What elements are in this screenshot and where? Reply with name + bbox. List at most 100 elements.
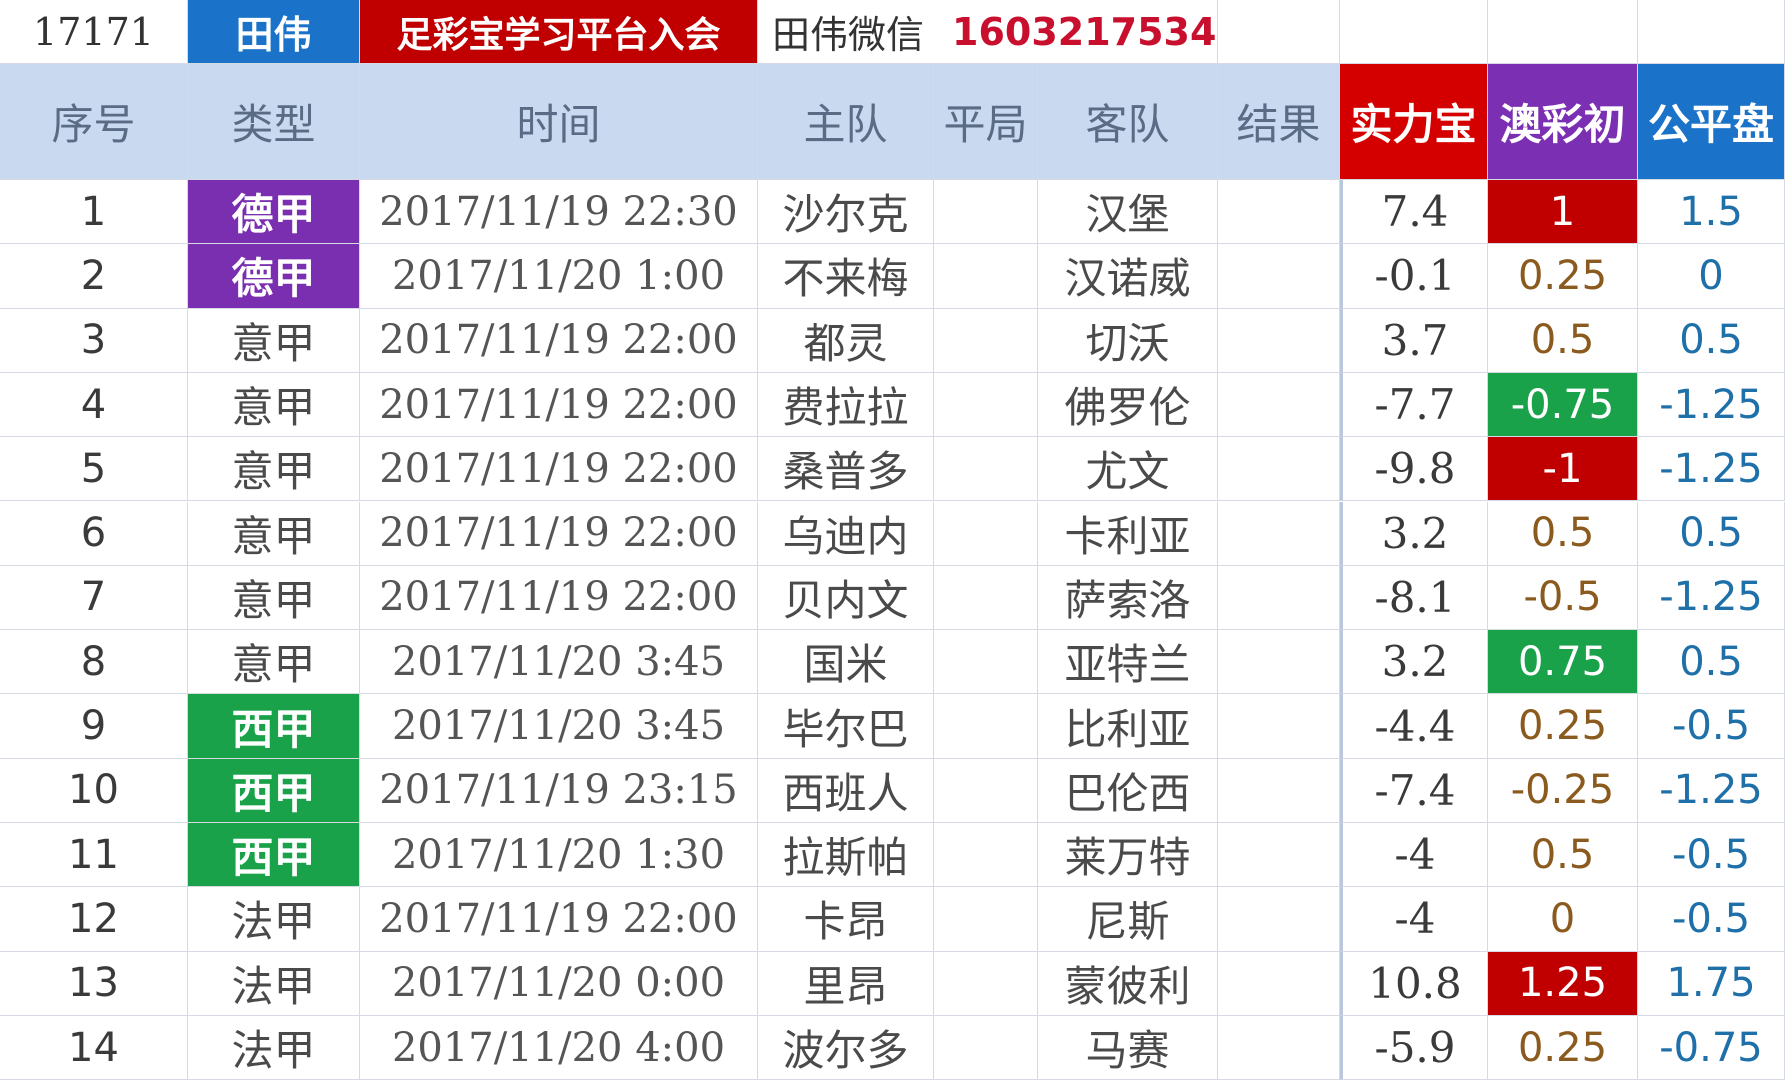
cell-index: 8 <box>0 630 188 695</box>
cell-index: 7 <box>0 565 188 631</box>
cell-strength: 10.8 <box>1340 951 1488 1016</box>
cell-away: 巴伦西 <box>1038 758 1218 823</box>
cell-league: 意甲 <box>188 308 360 373</box>
wechat-label: 田伟微信 <box>758 0 938 64</box>
cell-away: 卡利亚 <box>1038 501 1218 566</box>
cell-index: 13 <box>0 951 188 1016</box>
cell-aucai: -1 <box>1488 437 1638 502</box>
cell-fair: -0.75 <box>1638 1015 1785 1080</box>
cell-strength: -9.8 <box>1340 437 1488 502</box>
cell-index: 5 <box>0 437 188 502</box>
cell-aucai: 0.75 <box>1488 630 1638 695</box>
cell-draw <box>934 244 1038 309</box>
cell-result <box>1218 244 1340 309</box>
cell-league: 德甲 <box>188 244 360 309</box>
cell-home: 不来梅 <box>758 244 934 309</box>
cell-away: 蒙彼利 <box>1038 951 1218 1016</box>
cell-draw <box>934 630 1038 695</box>
cell-index: 11 <box>0 823 188 888</box>
cell-result <box>1218 694 1340 759</box>
cell-result <box>1218 372 1340 438</box>
cell-time: 2017/11/19 23:15 <box>360 758 758 823</box>
header-strength: 实力宝 <box>1340 64 1488 180</box>
cell-league: 西甲 <box>188 823 360 888</box>
cell-fair: 1.5 <box>1638 180 1785 245</box>
cell-time: 2017/11/19 22:00 <box>360 308 758 373</box>
top-empty-2 <box>1340 0 1488 64</box>
cell-result <box>1218 951 1340 1016</box>
cell-result <box>1218 501 1340 566</box>
header-index: 序号 <box>0 64 188 180</box>
cell-home: 西班人 <box>758 758 934 823</box>
cell-aucai: -0.5 <box>1488 565 1638 631</box>
cell-fair: -1.25 <box>1638 437 1785 502</box>
cell-league: 西甲 <box>188 694 360 759</box>
cell-aucai: 1.25 <box>1488 951 1638 1016</box>
cell-strength: 7.4 <box>1340 180 1488 245</box>
cell-league: 意甲 <box>188 437 360 502</box>
cell-fair: 0 <box>1638 244 1785 309</box>
cell-league: 西甲 <box>188 758 360 823</box>
cell-away: 比利亚 <box>1038 694 1218 759</box>
header-fair: 公平盘 <box>1638 64 1785 180</box>
cell-home: 国米 <box>758 630 934 695</box>
cell-aucai: 0.5 <box>1488 308 1638 373</box>
header-result: 结果 <box>1218 64 1340 180</box>
cell-home: 贝内文 <box>758 565 934 631</box>
cell-league: 意甲 <box>188 372 360 438</box>
cell-home: 乌迪内 <box>758 501 934 566</box>
cell-away: 马赛 <box>1038 1015 1218 1080</box>
cell-index: 6 <box>0 501 188 566</box>
cell-time: 2017/11/19 22:00 <box>360 437 758 502</box>
cell-index: 12 <box>0 887 188 952</box>
cell-result <box>1218 1015 1340 1080</box>
cell-time: 2017/11/20 1:00 <box>360 244 758 309</box>
cell-strength: -4.4 <box>1340 694 1488 759</box>
cell-league: 法甲 <box>188 951 360 1016</box>
cell-draw <box>934 758 1038 823</box>
cell-draw <box>934 823 1038 888</box>
cell-strength: -7.7 <box>1340 372 1488 438</box>
cell-fair: 0.5 <box>1638 501 1785 566</box>
cell-result <box>1218 180 1340 245</box>
header-aucai: 澳彩初 <box>1488 64 1638 180</box>
cell-time: 2017/11/19 22:00 <box>360 887 758 952</box>
cell-home: 卡昂 <box>758 887 934 952</box>
cell-strength: -8.1 <box>1340 565 1488 631</box>
cell-strength: -4 <box>1340 887 1488 952</box>
cell-league: 法甲 <box>188 1015 360 1080</box>
cell-home: 费拉拉 <box>758 372 934 438</box>
cell-strength: -7.4 <box>1340 758 1488 823</box>
cell-home: 毕尔巴 <box>758 694 934 759</box>
cell-fair: 1.75 <box>1638 951 1785 1016</box>
author-name: 田伟 <box>188 0 360 64</box>
cell-result <box>1218 565 1340 631</box>
cell-index: 3 <box>0 308 188 373</box>
cell-away: 汉堡 <box>1038 180 1218 245</box>
cell-index: 4 <box>0 372 188 438</box>
cell-draw <box>934 501 1038 566</box>
cell-home: 桑普多 <box>758 437 934 502</box>
cell-home: 里昂 <box>758 951 934 1016</box>
cell-aucai: 0.25 <box>1488 1015 1638 1080</box>
cell-aucai: 0.5 <box>1488 823 1638 888</box>
cell-index: 14 <box>0 1015 188 1080</box>
cell-index: 2 <box>0 244 188 309</box>
header-time: 时间 <box>360 64 758 180</box>
top-empty-3 <box>1488 0 1638 64</box>
cell-aucai: 1 <box>1488 180 1638 245</box>
cell-strength: 3.7 <box>1340 308 1488 373</box>
cell-result <box>1218 887 1340 952</box>
cell-draw <box>934 1015 1038 1080</box>
cell-home: 波尔多 <box>758 1015 934 1080</box>
cell-result <box>1218 823 1340 888</box>
cell-time: 2017/11/19 22:00 <box>360 565 758 631</box>
cell-result <box>1218 308 1340 373</box>
cell-index: 9 <box>0 694 188 759</box>
sheet-id: 17171 <box>0 0 188 64</box>
phone-number: 1603217534 <box>938 0 1218 64</box>
cell-time: 2017/11/19 22:30 <box>360 180 758 245</box>
cell-time: 2017/11/20 3:45 <box>360 630 758 695</box>
cell-fair: -1.25 <box>1638 758 1785 823</box>
cell-away: 汉诺威 <box>1038 244 1218 309</box>
